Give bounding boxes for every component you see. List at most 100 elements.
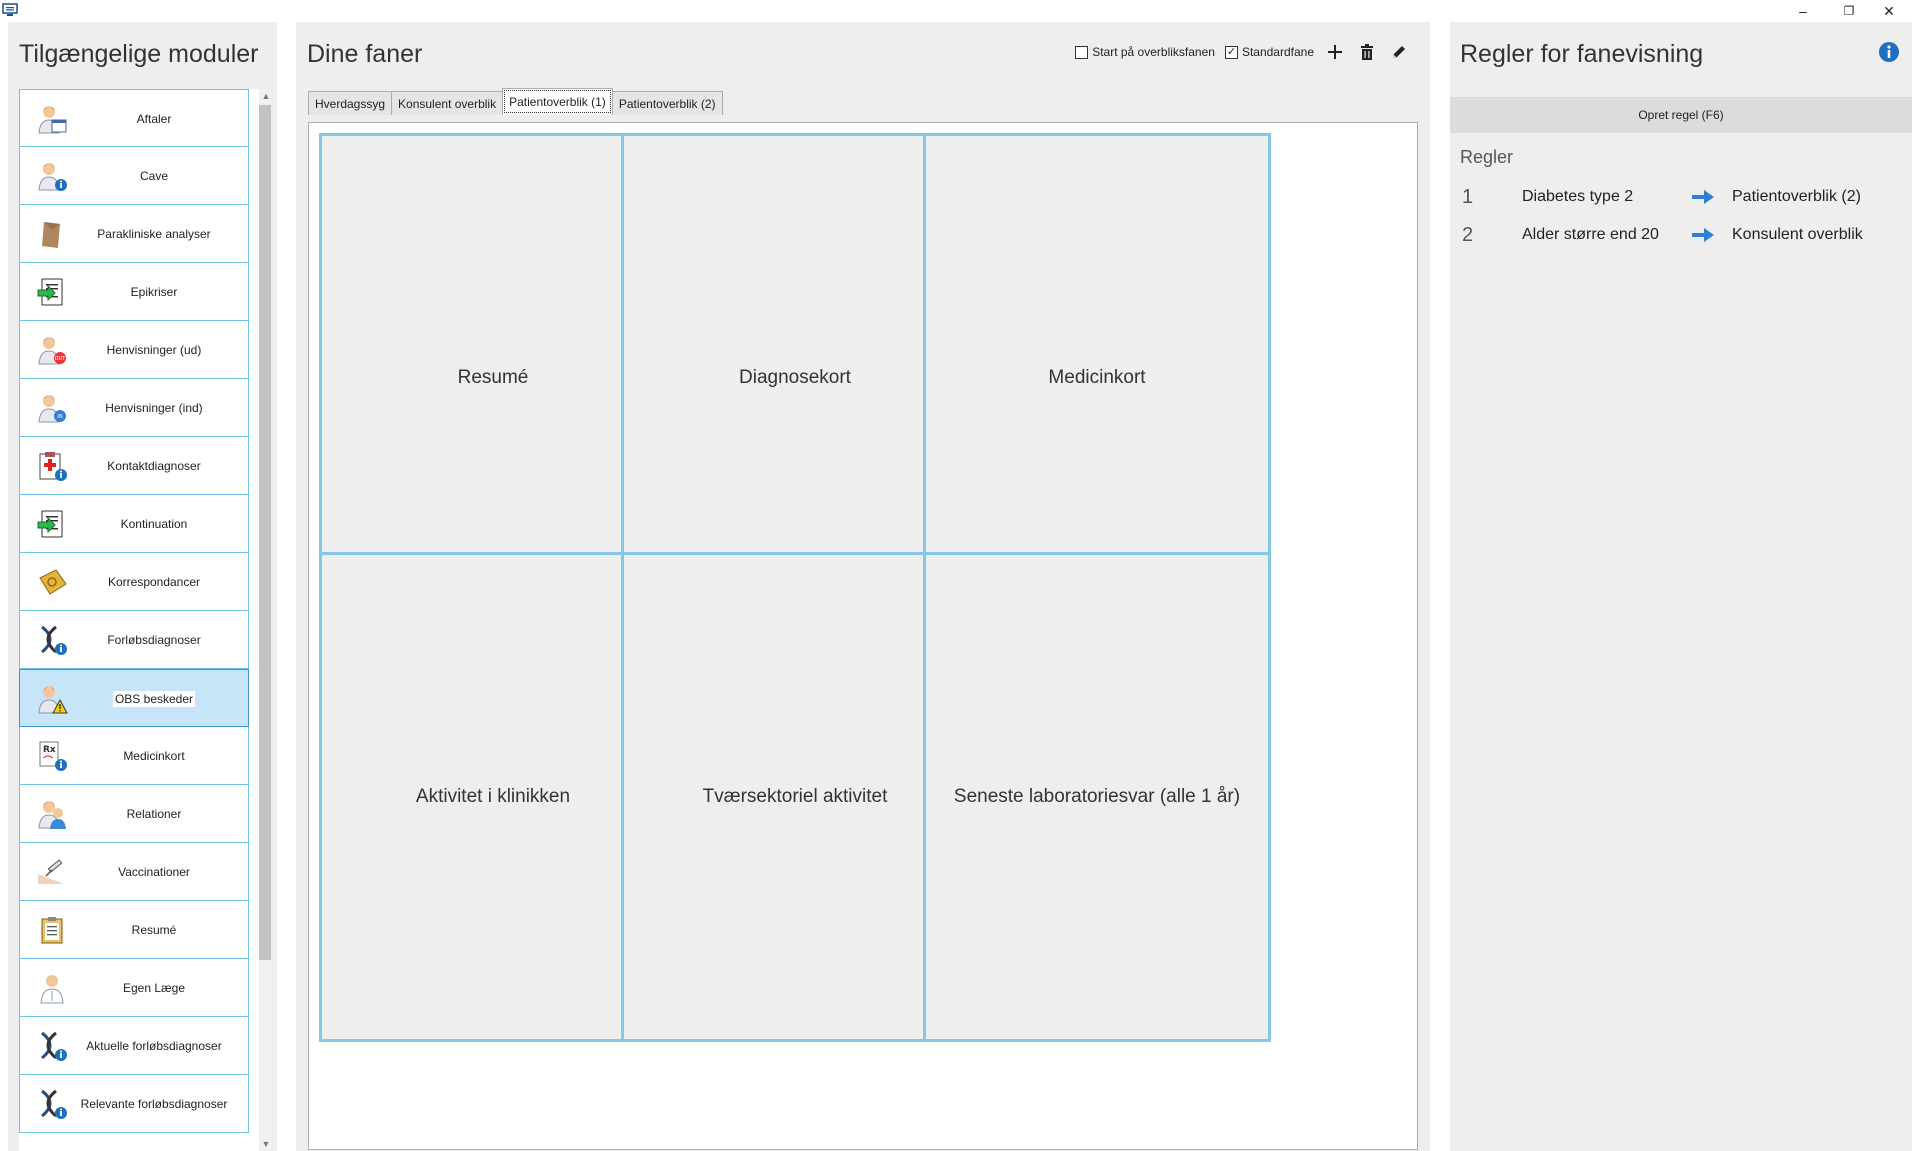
module-label: Resumé	[60, 901, 248, 959]
rule-row[interactable]: 2 Alder større end 20 Konsulent overblik	[1462, 220, 1882, 250]
add-tab-icon[interactable]	[1324, 41, 1346, 63]
tab-layout-area: Resumé Diagnosekort Medicinkort Aktivitet i…	[308, 122, 1418, 1150]
module-label: Vaccinationer	[60, 843, 248, 901]
module-label: Cave	[60, 147, 248, 205]
module-item[interactable]: Cave	[19, 147, 249, 205]
module-label: Egen Læge	[60, 959, 248, 1017]
layout-slot[interactable]: Tværsektoriel aktivitet	[621, 552, 969, 1042]
module-label-text: Relevante forløbsdiagnoser	[80, 1097, 228, 1111]
default-tab-label: Standardfane	[1241, 45, 1314, 59]
layout-slot[interactable]: Diagnosekort	[621, 133, 969, 623]
module-label-text: Henvisninger (ud)	[106, 343, 202, 357]
rule-target-tab: Patientoverblik (2)	[1732, 188, 1861, 205]
create-rule-button[interactable]: Opret regel (F6)	[1450, 97, 1912, 133]
module-label-text: Henvisninger (ind)	[105, 401, 203, 415]
module-list: Aftaler Cave Parakliniske analyser Epikrise…	[19, 89, 271, 1151]
layout-slot[interactable]: Resumé	[319, 133, 667, 623]
rule-target-tab: Konsulent overblik	[1732, 226, 1863, 243]
rule-condition: Alder større end 20	[1522, 226, 1659, 243]
layout-slot[interactable]: Aktivitet i klinikken	[319, 552, 667, 1042]
tab-3[interactable]: Patientoverblik (1)	[502, 88, 613, 115]
module-label: Medicinkort	[60, 727, 248, 785]
module-item[interactable]: Kontaktdiagnoser	[19, 437, 249, 495]
arrow-right-icon	[1692, 190, 1732, 204]
default-tab-checkbox-box[interactable]: ✓	[1224, 45, 1238, 59]
module-label: Kontinuation	[60, 495, 248, 553]
layout-slot[interactable]: Seneste laboratoriesvar (alle 1 år)	[923, 552, 1271, 1042]
module-item[interactable]: Relevante forløbsdiagnoser	[19, 1075, 249, 1133]
module-item[interactable]: Vaccinationer	[19, 843, 249, 901]
module-list-scrollbar[interactable]: ▲ ▼	[259, 89, 271, 1151]
scroll-down-icon[interactable]: ▼	[259, 1137, 271, 1151]
start-overview-checkbox-box[interactable]	[1075, 45, 1089, 59]
module-label: Aftaler	[60, 90, 248, 148]
rule-number: 2	[1462, 223, 1474, 246]
scroll-thumb[interactable]	[259, 105, 271, 960]
module-label: Korrespondancer	[60, 553, 248, 611]
module-label: Kontaktdiagnoser	[60, 437, 248, 495]
start-overview-label: Start på overbliksfanen	[1092, 45, 1215, 59]
tab-4[interactable]: Patientoverblik (2)	[611, 91, 723, 115]
module-label: Aktuelle forløbsdiagnoser	[60, 1017, 248, 1075]
rule-number: 1	[1462, 185, 1474, 208]
module-item[interactable]: Kontinuation	[19, 495, 249, 553]
module-label: Relevante forløbsdiagnoser	[60, 1075, 248, 1133]
modules-panel: Tilgængelige moduler Aftaler Cave Paraklin…	[8, 22, 277, 1151]
svg-text:Rx: Rx	[43, 745, 56, 755]
rule-condition: Diabetes type 2	[1522, 188, 1634, 205]
info-icon[interactable]	[1878, 41, 1900, 63]
module-label-text: Forløbsdiagnoser	[107, 633, 201, 647]
module-item[interactable]: Forløbsdiagnoser	[19, 611, 249, 669]
layout-slot[interactable]: Medicinkort	[923, 133, 1271, 623]
module-label: Forløbsdiagnoser	[60, 611, 248, 669]
start-overview-checkbox[interactable]: Start på overbliksfanen	[1075, 45, 1215, 59]
modules-panel-title: Tilgængelige moduler	[19, 40, 259, 68]
module-item[interactable]: Relationer	[19, 785, 249, 843]
module-label: Henvisninger (ud)	[60, 321, 248, 379]
tabs-panel: Dine faner Start på overbliksfanen ✓ Sta…	[296, 22, 1430, 1151]
module-item[interactable]: Parakliniske analyser	[19, 205, 249, 263]
module-item[interactable]: Resumé	[19, 901, 249, 959]
module-label-text: Cave	[139, 169, 168, 183]
module-label-text: Aftaler	[136, 112, 172, 126]
edit-tab-icon[interactable]	[1388, 41, 1410, 63]
tab-toolbar: Start på overbliksfanen ✓ Standardfane	[1075, 42, 1410, 62]
tab-1[interactable]: Hverdagssyg	[308, 91, 393, 115]
title-bar: – ❐ ✕	[0, 0, 1912, 22]
delete-tab-icon[interactable]	[1356, 41, 1378, 63]
module-label-text: Korrespondancer	[107, 575, 201, 589]
module-label: Henvisninger (ind)	[60, 379, 248, 437]
module-item[interactable]: OBS beskeder	[19, 669, 249, 727]
module-label-text: Kontaktdiagnoser	[107, 459, 201, 473]
tabs-panel-title: Dine faner	[307, 40, 423, 68]
module-item[interactable]: Rx Medicinkort	[19, 727, 249, 785]
rules-panel: Regler for fanevisning Opret regel (F6) …	[1450, 22, 1912, 1151]
tab-2[interactable]: Konsulent overblik	[391, 91, 504, 115]
rule-row[interactable]: 1 Diabetes type 2 Patientoverblik (2)	[1462, 182, 1882, 212]
module-label: Relationer	[60, 785, 248, 843]
module-label-text: Relationer	[126, 807, 182, 821]
tab-strip: Hverdagssyg Konsulent overblik Patientover…	[308, 88, 723, 115]
app-icon	[2, 3, 18, 16]
module-item[interactable]: Epikriser	[19, 263, 249, 321]
rules-heading: Regler	[1460, 147, 1514, 167]
arrow-right-icon	[1692, 228, 1732, 242]
module-item[interactable]: Aktuelle forløbsdiagnoser	[19, 1017, 249, 1075]
module-label: OBS beskeder	[60, 670, 248, 728]
module-item[interactable]: Korrespondancer	[19, 553, 249, 611]
module-label-text: Medicinkort	[123, 749, 185, 763]
module-label-text: Parakliniske analyser	[97, 227, 211, 241]
module-label-text: Epikriser	[130, 285, 178, 299]
module-item[interactable]: Egen Læge	[19, 959, 249, 1017]
module-item[interactable]: Aftaler	[19, 89, 249, 147]
module-label-text: Kontinuation	[120, 517, 188, 531]
minimize-button[interactable]: –	[1780, 0, 1826, 22]
default-tab-checkbox[interactable]: ✓ Standardfane	[1224, 45, 1314, 59]
module-label: Epikriser	[60, 263, 248, 321]
module-item[interactable]: OUT Henvisninger (ud)	[19, 321, 249, 379]
scroll-up-icon[interactable]: ▲	[259, 89, 271, 103]
module-item[interactable]: IN Henvisninger (ind)	[19, 379, 249, 437]
module-label-text: OBS beskeder	[112, 691, 196, 707]
module-label-text: Egen Læge	[122, 981, 186, 995]
close-button[interactable]: ✕	[1866, 0, 1912, 22]
